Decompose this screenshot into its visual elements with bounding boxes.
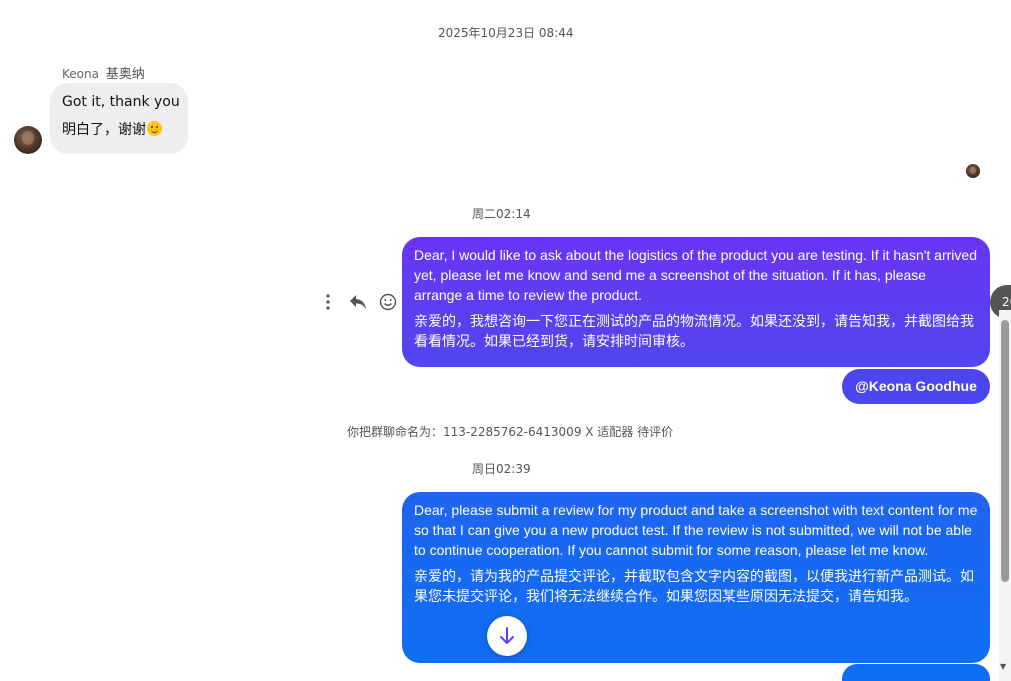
system-note: 你把群聊命名为：113-2285762-6413009 X 适配器 待评价 (347, 425, 674, 439)
sender-name: Keona 基奥纳 (62, 63, 145, 82)
sender-avatar[interactable] (14, 126, 42, 154)
scroll-to-bottom-button[interactable] (487, 616, 527, 656)
message-text-en: Dear, please submit a review for my prod… (414, 502, 978, 558)
reply-icon[interactable] (348, 292, 368, 312)
timestamp: 周二02:14 (472, 207, 531, 221)
message-text-cn: 亲爱的，我想咨询一下您正在测试的产品的物流情况。如果还没到，请告知我，并截图给我… (414, 314, 974, 350)
read-receipt-avatar (966, 164, 980, 178)
more-vertical-icon[interactable] (318, 292, 338, 312)
message-text-cn: 亲爱的，请为我的产品提交评论，并截取包含文字内容的截图，以便我进行新产品测试。如… (414, 569, 974, 605)
message-text-en: Dear, I would like to ask about the logi… (414, 247, 977, 303)
message-text-cn: 明白了，谢谢 (62, 120, 176, 140)
mention-chip-partial[interactable] (842, 664, 990, 681)
message-actions (318, 292, 398, 312)
smiley-emoji-icon (147, 121, 162, 136)
sender-name-en: Keona (62, 67, 99, 81)
mention-chip[interactable]: @Keona Goodhue (842, 369, 990, 404)
sender-name-cn: 基奥纳 (105, 67, 145, 82)
arrow-down-icon (500, 627, 514, 644)
outgoing-message-bubble[interactable]: Dear, I would like to ask about the logi… (402, 237, 990, 367)
message-text: Got it, thank you (62, 94, 180, 110)
timestamp: 周日02:39 (472, 462, 531, 476)
scrollbar-thumb[interactable] (1001, 320, 1009, 582)
incoming-message-bubble[interactable]: Got it, thank you 明白了，谢谢 (50, 83, 188, 154)
timestamp: 2025年10月23日 08:44 (438, 26, 574, 40)
emoji-smile-icon[interactable] (378, 292, 398, 312)
scroll-down-arrow-icon[interactable]: ▼ (1000, 662, 1006, 671)
chat-thread: 2025年10月23日 08:44 Keona 基奥纳 Got it, than… (0, 0, 1011, 681)
